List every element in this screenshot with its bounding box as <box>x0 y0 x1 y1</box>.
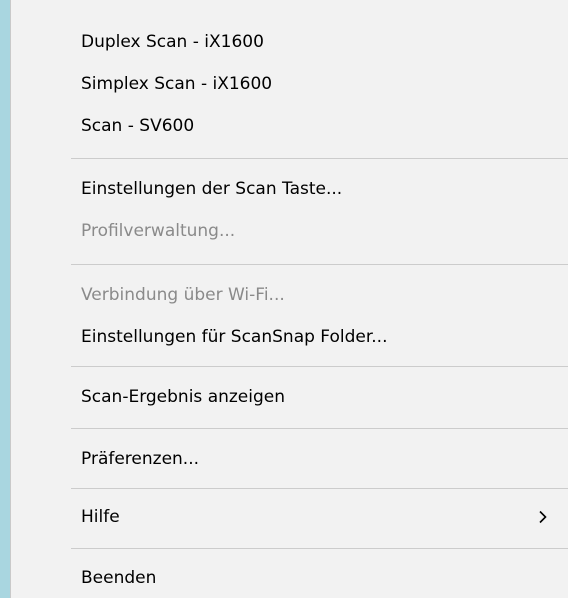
menu-item-label: Simplex Scan - iX1600 <box>81 74 273 94</box>
menu-item-label: Duplex Scan - iX1600 <box>81 32 264 52</box>
menu-item-label: Scan-Ergebnis anzeigen <box>81 387 286 407</box>
context-menu: Duplex Scan - iX1600 Simplex Scan - iX16… <box>10 0 568 598</box>
menu-item-label: Beenden <box>81 568 157 588</box>
menu-separator <box>71 264 568 265</box>
menu-item-label: Verbindung über Wi-Fi... <box>81 285 285 305</box>
menu-item-label: Scan - SV600 <box>81 116 195 136</box>
menu-item-help[interactable]: Hilfe <box>11 497 568 537</box>
menu-item-label: Einstellungen der Scan Taste... <box>81 179 343 199</box>
menu-item-label: Profilverwaltung... <box>81 221 236 241</box>
menu-item-label: Einstellungen für ScanSnap Folder... <box>81 327 388 347</box>
menu-item-simplex-scan[interactable]: Simplex Scan - iX1600 <box>11 64 568 104</box>
menu-item-wifi-connection: Verbindung über Wi-Fi... <box>11 275 568 315</box>
menu-separator <box>71 158 568 159</box>
chevron-right-icon <box>537 510 549 524</box>
menu-item-scan-sv600[interactable]: Scan - SV600 <box>11 106 568 146</box>
menu-item-profile-management: Profilverwaltung... <box>11 211 568 251</box>
menu-item-label: Hilfe <box>81 507 120 527</box>
menu-item-label: Präferenzen... <box>81 449 200 469</box>
menu-item-preferences[interactable]: Präferenzen... <box>11 439 568 479</box>
menu-separator <box>71 488 568 489</box>
menu-item-duplex-scan[interactable]: Duplex Scan - iX1600 <box>11 22 568 62</box>
menu-item-scansnap-folder-settings[interactable]: Einstellungen für ScanSnap Folder... <box>11 317 568 357</box>
menu-item-scan-button-settings[interactable]: Einstellungen der Scan Taste... <box>11 169 568 209</box>
menu-item-exit[interactable]: Beenden <box>11 558 568 598</box>
menu-item-show-scan-result[interactable]: Scan-Ergebnis anzeigen <box>11 377 568 417</box>
menu-separator <box>71 428 568 429</box>
menu-separator <box>71 548 568 549</box>
menu-separator <box>71 366 568 367</box>
